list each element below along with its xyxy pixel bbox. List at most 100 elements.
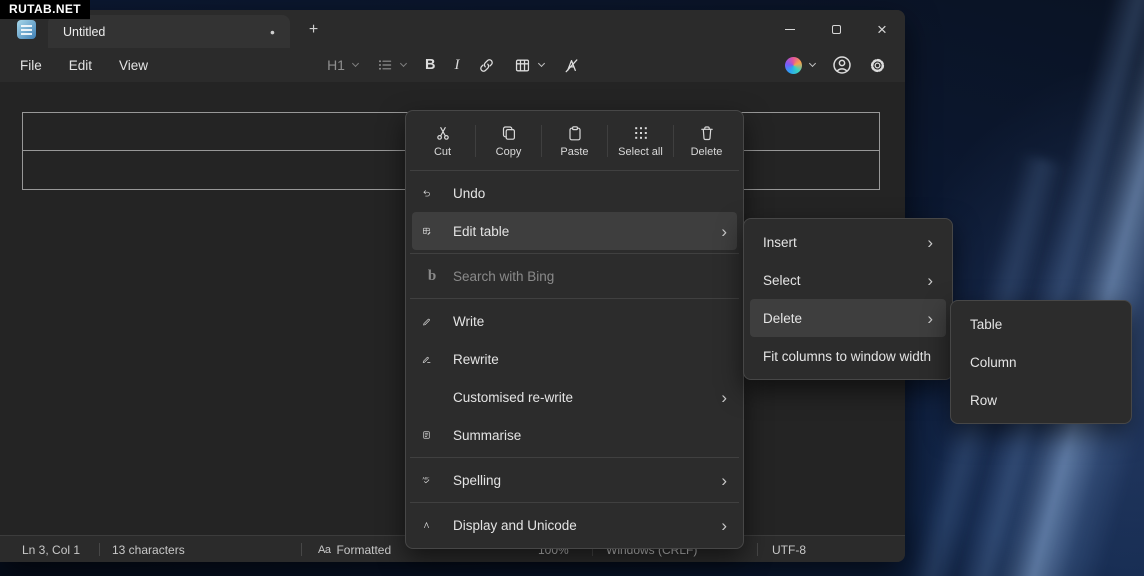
toolbar-right [785, 55, 891, 75]
context-menu: Cut Copy Paste [405, 110, 744, 549]
list-dropdown[interactable] [377, 57, 406, 73]
bold-label: B [425, 57, 435, 73]
copilot-dropdown[interactable] [785, 57, 815, 74]
formatted-label: Formatted [336, 543, 391, 557]
rewrite-pen-icon [422, 351, 442, 367]
select-all-grid-icon [633, 125, 649, 141]
menu-separator [410, 502, 739, 503]
minimize-icon [785, 29, 795, 30]
menu-view[interactable]: View [113, 58, 154, 73]
chevron-right-icon: › [927, 234, 933, 251]
settings-button[interactable] [869, 57, 886, 74]
watermark-badge: RUTAB.NET [0, 0, 90, 19]
svg-text:ABC: ABC [422, 476, 430, 480]
submenu-item-select[interactable]: Select › [750, 261, 946, 299]
context-menu-item-search-with-bing[interactable]: b Search with Bing [412, 257, 737, 295]
copy-button[interactable]: Copy [476, 115, 541, 167]
tab-untitled[interactable]: Untitled ● [48, 15, 290, 48]
wallpaper-streak [928, 0, 1144, 576]
formatted-icon: Aa [318, 544, 330, 556]
delete-submenu-item-column[interactable]: Column [957, 343, 1125, 381]
toolbar: File Edit View H1 B I [0, 48, 905, 82]
submenu-item-delete[interactable]: Delete › [750, 299, 946, 337]
heading-style-dropdown[interactable]: H1 [327, 57, 358, 73]
select-all-button[interactable]: Select all [608, 115, 673, 167]
chevron-down-icon [352, 60, 359, 67]
notepad-app-icon [17, 20, 36, 39]
context-menu-item-rewrite[interactable]: Rewrite [412, 340, 737, 378]
tab-title: Untitled [63, 25, 105, 39]
bing-icon: b [422, 269, 442, 284]
trash-icon [699, 125, 715, 141]
chevron-down-icon [400, 60, 407, 67]
character-count: 13 characters [112, 537, 185, 562]
chevron-right-icon: › [721, 223, 727, 240]
clear-formatting-icon [563, 57, 580, 74]
write-pen-icon [422, 313, 442, 329]
italic-button[interactable]: I [454, 57, 459, 74]
undo-icon [422, 185, 442, 201]
chevron-right-icon: › [721, 389, 727, 406]
copy-label: Copy [496, 146, 522, 158]
menu-file[interactable]: File [14, 58, 48, 73]
spelling-icon: ABC [422, 472, 442, 488]
close-button[interactable]: × [859, 10, 905, 48]
chevron-right-icon: › [721, 472, 727, 489]
paste-label: Paste [560, 146, 588, 158]
account-button[interactable] [832, 55, 852, 75]
wallpaper-streak [973, 0, 1144, 576]
formatted-indicator: Aa Formatted [318, 537, 391, 562]
copilot-icon [785, 57, 802, 74]
titlebar: Untitled ● + × [0, 10, 905, 48]
minimize-button[interactable] [767, 10, 813, 48]
submenu-item-fit-columns[interactable]: Fit columns to window width [750, 337, 946, 375]
maximize-icon [832, 25, 841, 34]
encoding: UTF-8 [772, 537, 806, 562]
table-icon [514, 57, 531, 74]
clear-formatting-button[interactable] [563, 57, 580, 74]
context-menu-item-undo[interactable]: Undo [412, 174, 737, 212]
settings-gear-icon [869, 57, 886, 74]
context-menu-item-write[interactable]: Write [412, 302, 737, 340]
delete-button[interactable]: Delete [674, 115, 739, 167]
table-dropdown[interactable] [514, 57, 544, 74]
link-button[interactable] [478, 57, 495, 74]
cursor-position: Ln 3, Col 1 [22, 537, 80, 562]
chevron-right-icon: › [927, 310, 933, 327]
formatting-toolbar: H1 B I [327, 57, 580, 74]
close-icon: × [877, 21, 887, 38]
statusbar-divider [99, 543, 100, 556]
paste-button[interactable]: Paste [542, 115, 607, 167]
summarise-icon [422, 427, 442, 443]
menu-separator [410, 457, 739, 458]
bold-button[interactable]: B [425, 57, 435, 73]
window-controls: × [767, 10, 905, 48]
delete-submenu-item-table[interactable]: Table [957, 305, 1125, 343]
statusbar-divider [301, 543, 302, 556]
statusbar-divider [757, 543, 758, 556]
context-menu-item-summarise[interactable]: Summarise [412, 416, 737, 454]
delete-submenu-item-row[interactable]: Row [957, 381, 1125, 419]
unsaved-indicator-icon: ● [270, 27, 275, 37]
maximize-button[interactable] [813, 10, 859, 48]
link-icon [478, 57, 495, 74]
chevron-down-icon [809, 60, 816, 67]
menu-edit[interactable]: Edit [63, 58, 98, 73]
heading-label: H1 [327, 57, 345, 73]
display-unicode-icon [422, 517, 442, 533]
cut-button[interactable]: Cut [410, 115, 475, 167]
chevron-right-icon: › [927, 272, 933, 289]
menu-separator [410, 253, 739, 254]
select-all-label: Select all [618, 146, 663, 158]
context-menu-item-edit-table[interactable]: Edit table › [412, 212, 737, 250]
context-menu-item-customised-rewrite[interactable]: Customised re-write › [412, 378, 737, 416]
context-menu-item-display-and-unicode[interactable]: Display and Unicode › [412, 506, 737, 544]
quick-actions-row: Cut Copy Paste [410, 115, 739, 167]
new-tab-button[interactable]: + [303, 19, 324, 40]
clipboard-icon [567, 125, 583, 141]
delete-label: Delete [691, 146, 723, 158]
chevron-right-icon: › [721, 517, 727, 534]
submenu-item-insert[interactable]: Insert › [750, 223, 946, 261]
list-icon [377, 57, 393, 73]
context-menu-item-spelling[interactable]: ABC Spelling › [412, 461, 737, 499]
